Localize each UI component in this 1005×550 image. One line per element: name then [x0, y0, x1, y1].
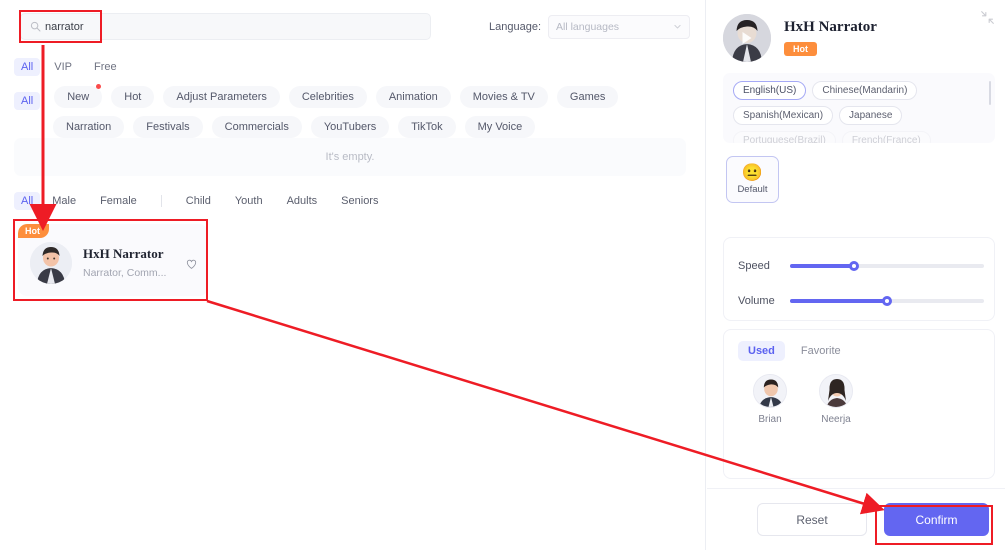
dialog-footer: Reset Confirm: [707, 488, 1005, 550]
tag-chip-games[interactable]: Games: [556, 86, 619, 108]
tier-filter-row: All VIP Free: [14, 58, 698, 76]
demographic-filter-male[interactable]: Male: [52, 195, 76, 207]
language-tag-japanese[interactable]: Japanese: [839, 106, 903, 125]
voice-card-name: HxH Narrator: [83, 246, 164, 262]
speed-slider-label: Speed: [738, 260, 770, 272]
voice-detail-panel: HxH Narrator Hot English(US) Chinese(Man…: [707, 0, 1005, 550]
tag-chip-youtubers[interactable]: YouTubers: [310, 116, 390, 138]
recent-voice-name: Neerja: [821, 414, 851, 425]
voice-picker-dialog: Language: All languages All VIP Free All…: [0, 0, 1005, 550]
voice-card-subtitle: Narrator, Comm...: [83, 266, 167, 279]
search-icon: [30, 21, 41, 32]
demographic-filter-adults[interactable]: Adults: [287, 195, 318, 207]
tab-favorite[interactable]: Favorite: [791, 341, 851, 361]
emotion-face-icon: 😐: [741, 163, 764, 182]
voice-library-panel: Language: All languages All VIP Free All…: [0, 0, 706, 550]
recent-voice-avatar: [753, 374, 787, 408]
emotion-default-button[interactable]: 😐 Default: [726, 156, 779, 203]
filter-divider: [160, 195, 162, 207]
tab-used[interactable]: Used: [738, 341, 785, 361]
volume-slider-fill: [790, 299, 887, 303]
language-tag-french-france[interactable]: French(France): [841, 131, 931, 143]
language-tags-scrollbar[interactable]: [989, 81, 991, 105]
new-badge-dot: [96, 84, 102, 89]
recent-voice-item[interactable]: Brian: [746, 374, 794, 425]
language-tags-list: English(US) Chinese(Mandarin) Spanish(Me…: [733, 81, 985, 143]
recent-voices-list: Brian Neerja: [746, 374, 878, 425]
language-tag-chinese-mandarin[interactable]: Chinese(Mandarin): [812, 81, 918, 100]
emotion-label: Default: [737, 184, 768, 195]
reset-button[interactable]: Reset: [757, 503, 867, 536]
tag-chip-label: New: [67, 91, 90, 103]
voice-parameters-card: Speed Volume: [723, 237, 995, 321]
speed-slider-fill: [790, 264, 855, 268]
language-filter-value: All languages: [556, 20, 620, 33]
voice-detail-avatar[interactable]: [723, 14, 771, 62]
language-filter-label: Language:: [489, 20, 541, 33]
tag-chip-festivals[interactable]: Festivals: [133, 116, 203, 138]
language-tag-spanish-mexican[interactable]: Spanish(Mexican): [733, 106, 834, 125]
demographic-filter-all[interactable]: All: [14, 192, 41, 210]
tag-chip-commercials[interactable]: Commercials: [211, 116, 302, 138]
recent-voice-name: Brian: [758, 414, 782, 425]
tag-chip-my-voice[interactable]: My Voice: [464, 116, 536, 138]
voice-card-avatar: [30, 242, 72, 284]
tier-filter-all[interactable]: All: [14, 58, 41, 76]
language-tags-box: English(US) Chinese(Mandarin) Spanish(Me…: [723, 73, 995, 143]
play-icon: [742, 32, 752, 44]
voice-detail-meta: HxH Narrator Hot: [784, 19, 877, 57]
demographic-filter-row: All Male Female Child Youth Adults Senio…: [14, 192, 402, 210]
demographic-filter-female[interactable]: Female: [100, 195, 137, 207]
tag-chip-celebrities[interactable]: Celebrities: [288, 86, 367, 108]
empty-results-panel: It's empty.: [14, 138, 686, 176]
demographic-filter-youth[interactable]: Youth: [235, 195, 263, 207]
confirm-button[interactable]: Confirm: [884, 503, 989, 536]
chevron-down-icon: [674, 24, 681, 29]
empty-state-text: It's empty.: [325, 151, 375, 163]
heart-icon[interactable]: [185, 257, 198, 270]
speed-slider[interactable]: [790, 261, 984, 271]
tag-chip-adjust-parameters[interactable]: Adjust Parameters: [163, 86, 280, 108]
language-filter-select[interactable]: All languages: [548, 14, 690, 39]
volume-slider-label: Volume: [738, 295, 775, 307]
voice-card-text: HxH Narrator Narrator, Comm...: [83, 246, 167, 279]
collapse-arrows-icon[interactable]: [980, 10, 995, 25]
tag-filter-row: All New Hot Adjust Parameters Celebritie…: [14, 84, 698, 146]
recent-voice-avatar: [819, 374, 853, 408]
tag-chip-movies-tv[interactable]: Movies & TV: [459, 86, 548, 108]
voice-result-card[interactable]: Hot HxH Narrator Narrator, Comm...: [18, 224, 208, 296]
language-filter: Language: All languages: [489, 14, 690, 39]
recent-voices-tabs: Used Favorite: [738, 341, 857, 361]
voice-detail-header: HxH Narrator Hot: [723, 14, 877, 62]
volume-slider-knob[interactable]: [882, 296, 892, 306]
speed-slider-row: Speed: [738, 260, 984, 272]
language-tag-english-us[interactable]: English(US): [733, 81, 807, 100]
tag-chip-hot[interactable]: Hot: [111, 86, 155, 108]
search-input-wrapper[interactable]: [20, 13, 431, 40]
tag-chip-new[interactable]: New: [54, 84, 103, 108]
tag-filter-all[interactable]: All: [14, 92, 41, 110]
recent-voice-item[interactable]: Neerja: [812, 374, 860, 425]
demographic-filter-child[interactable]: Child: [186, 195, 211, 207]
search-and-language-row: Language: All languages: [20, 13, 690, 40]
language-tag-portuguese-brazil[interactable]: Portuguese(Brazil): [733, 131, 836, 143]
tier-filter-free[interactable]: Free: [94, 61, 117, 73]
voice-card-body: HxH Narrator Narrator, Comm...: [30, 242, 166, 284]
demographic-filter-seniors[interactable]: Seniors: [341, 195, 378, 207]
voice-detail-hot-badge: Hot: [784, 42, 817, 56]
voice-detail-name: HxH Narrator: [784, 19, 877, 35]
voice-card-hot-badge: Hot: [18, 224, 49, 238]
tag-chip-narration[interactable]: Narration: [53, 116, 125, 138]
tier-filter-vip[interactable]: VIP: [54, 61, 72, 73]
volume-slider-row: Volume: [738, 295, 984, 307]
tag-chip-animation[interactable]: Animation: [375, 86, 451, 108]
tag-chip-tiktok[interactable]: TikTok: [398, 116, 456, 138]
search-input[interactable]: [45, 20, 421, 33]
speed-slider-knob[interactable]: [849, 261, 860, 271]
volume-slider[interactable]: [790, 296, 984, 306]
recent-voices-card: Used Favorite Brian Neerja: [723, 329, 995, 479]
